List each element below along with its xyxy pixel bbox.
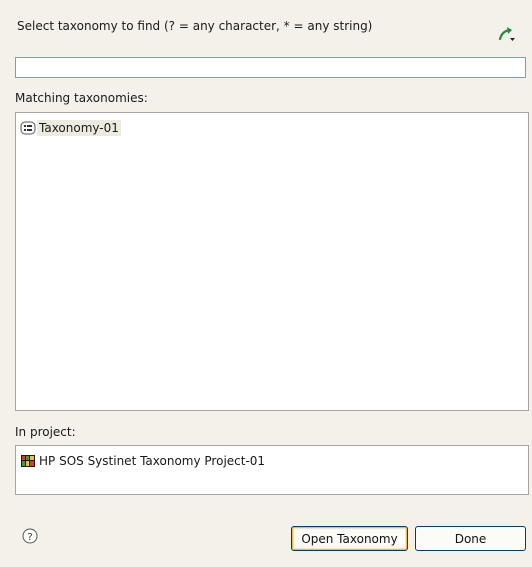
search-input[interactable]	[15, 57, 526, 78]
matching-taxonomies-list[interactable]: Taxonomy-01	[15, 112, 529, 411]
matching-taxonomies-label: Matching taxonomies:	[15, 91, 148, 105]
list-item-label: Taxonomy-01	[37, 120, 121, 136]
list-item[interactable]: HP SOS Systinet Taxonomy Project-01	[20, 452, 267, 470]
dropdown-menu-icon[interactable]	[497, 26, 517, 42]
list-item-label: HP SOS Systinet Taxonomy Project-01	[39, 454, 266, 468]
in-project-list[interactable]: HP SOS Systinet Taxonomy Project-01	[15, 445, 529, 495]
open-taxonomy-button[interactable]: Open Taxonomy	[291, 526, 408, 551]
svg-text:?: ?	[27, 532, 32, 543]
done-button[interactable]: Done	[415, 526, 526, 551]
in-project-label: In project:	[15, 425, 76, 439]
dialog-title: Select taxonomy to find (? = any charact…	[17, 19, 373, 33]
help-icon[interactable]: ?	[22, 528, 38, 544]
taxonomy-icon	[20, 121, 36, 135]
list-item[interactable]: Taxonomy-01	[20, 119, 121, 137]
project-icon	[20, 454, 36, 468]
